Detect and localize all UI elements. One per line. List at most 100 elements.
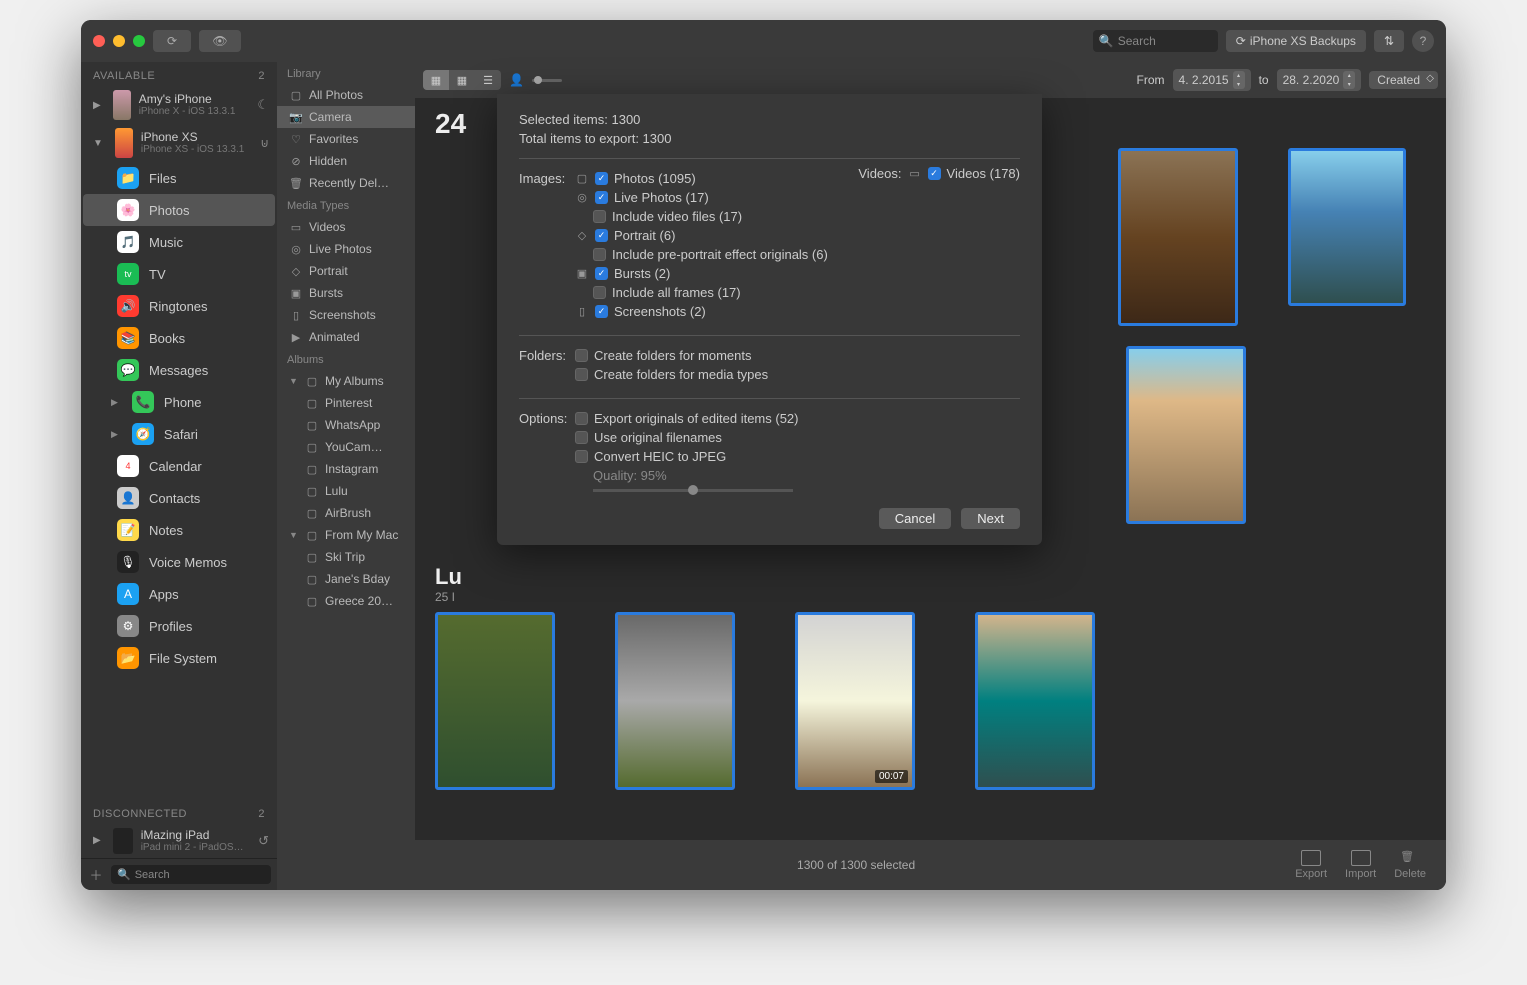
disclosure-icon[interactable]: ▶ xyxy=(89,835,105,846)
disclosure-icon[interactable]: ▼ xyxy=(289,376,299,386)
album-from-my-mac[interactable]: ▼▢From My Mac xyxy=(277,524,415,546)
next-button[interactable]: Next xyxy=(961,508,1020,529)
device-search[interactable]: 🔍 Search xyxy=(111,865,271,884)
sidebar-item-music[interactable]: 🎵Music xyxy=(83,226,275,258)
album-ski-trip[interactable]: ▢Ski Trip xyxy=(277,546,415,568)
sidebar-item-files[interactable]: 📁Files xyxy=(83,162,275,194)
device-imazing-ipad[interactable]: ▶ iMazing iPad iPad mini 2 - iPadOS… ↺ xyxy=(81,824,277,858)
bursts-checkbox[interactable]: ✓ xyxy=(595,267,608,280)
album-airbrush[interactable]: ▢AirBrush xyxy=(277,502,415,524)
media-screenshots[interactable]: ▯Screenshots xyxy=(277,304,415,326)
device-iphone-xs[interactable]: ▼ iPhone XS iPhone XS - iOS 13.3.1 ⊍ xyxy=(81,124,277,162)
photo-thumb[interactable] xyxy=(435,612,555,790)
library-recently-deleted[interactable]: 🗑Recently Del… xyxy=(277,172,415,194)
disclosure-icon[interactable]: ▶ xyxy=(107,397,122,408)
album-pinterest[interactable]: ▢Pinterest xyxy=(277,392,415,414)
disclosure-icon[interactable]: ▼ xyxy=(289,530,299,540)
refresh-button[interactable]: ⟳ xyxy=(153,30,191,52)
sidebar-item-photos[interactable]: 🌸Photos xyxy=(83,194,275,226)
delete-button[interactable]: 🗑Delete xyxy=(1394,850,1426,880)
sidebar-item-tv[interactable]: tvTV xyxy=(83,258,275,290)
cancel-button[interactable]: Cancel xyxy=(879,508,951,529)
library-hidden[interactable]: ⊘Hidden xyxy=(277,150,415,172)
help-button[interactable]: ? xyxy=(1412,30,1434,52)
live-photos-checkbox[interactable]: ✓ xyxy=(595,191,608,204)
view-list[interactable]: ☰ xyxy=(475,70,501,90)
photo-thumb[interactable] xyxy=(1126,346,1246,524)
album-janes-bday[interactable]: ▢Jane's Bday xyxy=(277,568,415,590)
sidebar-item-profiles[interactable]: ⚙Profiles xyxy=(83,610,275,642)
use-original-filenames-checkbox[interactable] xyxy=(575,431,588,444)
media-bursts[interactable]: ▣Bursts xyxy=(277,282,415,304)
export-originals-checkbox[interactable] xyxy=(575,412,588,425)
disclosure-icon[interactable]: ▼ xyxy=(89,138,107,149)
media-animated[interactable]: ▶Animated xyxy=(277,326,415,348)
sidebar-item-notes[interactable]: 📝Notes xyxy=(83,514,275,546)
album-greece[interactable]: ▢Greece 20… xyxy=(277,590,415,612)
disclosure-icon[interactable]: ▶ xyxy=(107,429,122,440)
device-amys-iphone[interactable]: ▶ Amy's iPhone iPhone X - iOS 13.3.1 ☾ xyxy=(81,86,277,124)
sidebar-item-contacts[interactable]: 👤Contacts xyxy=(83,482,275,514)
sidebar-item-messages[interactable]: 💬Messages xyxy=(83,354,275,386)
date-from-input[interactable]: 4. 2.2015▴▾ xyxy=(1173,69,1251,91)
add-device-button[interactable]: ＋ xyxy=(87,865,105,884)
include-portrait-originals-checkbox[interactable] xyxy=(593,248,606,261)
transfer-button[interactable]: ⇅ xyxy=(1374,30,1404,52)
view-grid-large[interactable]: ▦ xyxy=(423,70,449,90)
photo-thumb[interactable] xyxy=(1118,148,1238,326)
library-all-photos[interactable]: ▢All Photos xyxy=(277,84,415,106)
stepper-icon[interactable]: ▴▾ xyxy=(1233,71,1245,89)
folders-label: Folders: xyxy=(519,348,575,386)
minimize-window-button[interactable] xyxy=(113,35,125,47)
sidebar-item-books[interactable]: 📚Books xyxy=(83,322,275,354)
photo-thumb[interactable] xyxy=(615,612,735,790)
stepper-icon[interactable]: ▴▾ xyxy=(1343,71,1355,89)
view-grid-small[interactable]: ▦ xyxy=(449,70,475,90)
album-icon: ▢ xyxy=(305,551,319,564)
portrait-checkbox[interactable]: ✓ xyxy=(595,229,608,242)
quality-slider[interactable] xyxy=(593,489,793,492)
convert-heic-checkbox[interactable] xyxy=(575,450,588,463)
album-my-albums[interactable]: ▼▢My Albums xyxy=(277,370,415,392)
sidebar-item-phone[interactable]: ▶📞Phone xyxy=(83,386,275,418)
global-search[interactable]: 🔍 Search xyxy=(1093,30,1218,52)
sidebar-item-file-system[interactable]: 📂File System xyxy=(83,642,275,674)
include-all-frames-checkbox[interactable] xyxy=(593,286,606,299)
import-button[interactable]: Import xyxy=(1345,850,1376,880)
include-video-files-checkbox[interactable] xyxy=(593,210,606,223)
sidebar-item-safari[interactable]: ▶🧭Safari xyxy=(83,418,275,450)
library-favorites[interactable]: ♡Favorites xyxy=(277,128,415,150)
export-button[interactable]: Export xyxy=(1295,850,1327,880)
preview-button[interactable]: 👁 xyxy=(199,30,241,52)
sidebar-item-voice-memos[interactable]: 🎙Voice Memos xyxy=(83,546,275,578)
person-icon[interactable]: 👤 xyxy=(509,73,524,87)
create-folders-types-checkbox[interactable] xyxy=(575,368,588,381)
thumbnail-size-slider[interactable] xyxy=(532,79,562,82)
album-youcam[interactable]: ▢YouCam… xyxy=(277,436,415,458)
disclosure-icon[interactable]: ▶ xyxy=(89,100,105,111)
sidebar-item-calendar[interactable]: 4Calendar xyxy=(83,450,275,482)
sidebar-item-apps[interactable]: AApps xyxy=(83,578,275,610)
zoom-window-button[interactable] xyxy=(133,35,145,47)
album-instagram[interactable]: ▢Instagram xyxy=(277,458,415,480)
photos-checkbox[interactable]: ✓ xyxy=(595,172,608,185)
album-whatsapp[interactable]: ▢WhatsApp xyxy=(277,414,415,436)
media-videos[interactable]: ▭Videos xyxy=(277,216,415,238)
photo-thumb[interactable] xyxy=(1288,148,1406,306)
videos-checkbox[interactable]: ✓ xyxy=(928,167,941,180)
media-live-photos[interactable]: ◎Live Photos xyxy=(277,238,415,260)
search-placeholder: Search xyxy=(1118,34,1156,48)
photo-thumb[interactable] xyxy=(975,612,1095,790)
library-camera[interactable]: 📷Camera xyxy=(277,106,415,128)
backups-button[interactable]: ⟳ iPhone XS Backups xyxy=(1226,30,1366,52)
sidebar-item-ringtones[interactable]: 🔊Ringtones xyxy=(83,290,275,322)
device-thumb xyxy=(115,128,133,158)
media-portrait[interactable]: ◇Portrait xyxy=(277,260,415,282)
screenshots-checkbox[interactable]: ✓ xyxy=(595,305,608,318)
album-lulu[interactable]: ▢Lulu xyxy=(277,480,415,502)
sort-select[interactable]: Created xyxy=(1369,71,1438,89)
close-window-button[interactable] xyxy=(93,35,105,47)
date-to-input[interactable]: 28. 2.2020▴▾ xyxy=(1277,69,1362,91)
create-folders-moments-checkbox[interactable] xyxy=(575,349,588,362)
photo-thumb[interactable]: 00:07 xyxy=(795,612,915,790)
